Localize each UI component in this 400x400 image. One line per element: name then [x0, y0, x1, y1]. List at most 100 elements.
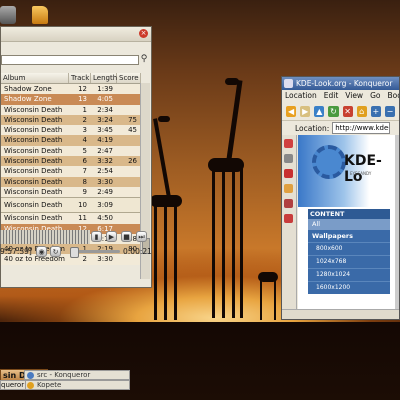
playlist-row[interactable]: Wisconsin Death 2 3:24 75 — [1, 114, 141, 126]
cell-album: Wisconsin Death — [4, 177, 63, 186]
playlist-row[interactable]: Wisconsin Death 9 2:49 — [1, 186, 141, 198]
location-label: Location: — [295, 123, 330, 133]
hard-drive-icon[interactable] — [0, 6, 16, 24]
up-icon[interactable]: ▲ — [314, 105, 325, 117]
history-icon[interactable] — [284, 169, 293, 178]
column-header-score[interactable]: Score — [117, 73, 141, 83]
home-folder-icon[interactable] — [32, 6, 48, 24]
cell-album: Shadow Zone — [4, 85, 52, 93]
cell-score — [117, 135, 141, 145]
menu-bookmarks[interactable]: Book — [387, 90, 399, 102]
content-link-resolution[interactable]: 1024x768 — [308, 255, 390, 268]
site-logo-text[interactable]: KDE-Lo — [344, 153, 399, 185]
giraffe-leg — [154, 205, 157, 320]
zoom-out-icon[interactable]: − — [384, 105, 395, 117]
services-icon[interactable] — [284, 214, 293, 223]
stop-icon[interactable]: ✕ — [342, 105, 353, 117]
cell-track: 6 — [82, 157, 87, 166]
cell-track: 3 — [82, 126, 87, 135]
playlist-row[interactable]: Shadow Zone 13 4:05 — [1, 94, 141, 105]
zoom-in-icon[interactable]: + — [370, 105, 381, 117]
column-header-length[interactable]: Length — [91, 73, 117, 83]
giraffe-leg — [232, 168, 235, 318]
taskbar-item-label: Kopete — [37, 381, 62, 389]
back-icon[interactable]: ◀ — [286, 105, 297, 117]
forward-icon[interactable]: ▶ — [300, 105, 311, 117]
cell-album: Wisconsin Death — [4, 115, 63, 124]
cell-score — [117, 105, 141, 115]
eq-icon[interactable]: ◉ — [36, 246, 47, 257]
playlist-row[interactable]: Wisconsin Death 1 2:34 — [1, 104, 141, 115]
taskbar-item-label: src - Konqueror — [37, 371, 91, 379]
column-header-track[interactable]: Track — [69, 73, 91, 83]
column-header-album[interactable]: Album — [1, 73, 69, 83]
konqueror-icon — [27, 372, 34, 379]
cell-length: 3:30 — [97, 177, 113, 186]
next-icon[interactable]: ⏭ — [136, 231, 147, 242]
cell-track: 10 — [78, 201, 87, 210]
home-icon[interactable]: ⌂ — [356, 105, 367, 117]
content-link-resolution[interactable]: 1600x1200 — [308, 281, 390, 294]
cell-score — [117, 146, 141, 156]
playlist-row[interactable]: Wisconsin Death 11 4:50 — [1, 213, 141, 224]
amarok-titlebar[interactable]: × — [1, 27, 151, 42]
volume-icon[interactable]: ▮ — [91, 231, 102, 242]
menu-location[interactable]: Location — [285, 90, 317, 102]
analyzer-visualization — [0, 230, 90, 244]
playlist-row[interactable]: Wisconsin Death 4 4:19 — [1, 135, 141, 146]
cell-track: 4 — [82, 136, 87, 145]
play-pause-icon[interactable]: ▶ — [106, 231, 117, 242]
playlist-row[interactable]: Wisconsin Death 5 2:47 — [1, 145, 141, 157]
giraffe-head — [225, 78, 239, 85]
playlist-row[interactable]: Shadow Zone 12 1:39 — [1, 84, 141, 95]
content-link-resolution[interactable]: 800x600 — [308, 242, 390, 255]
playlist-search-input[interactable] — [1, 55, 139, 65]
menu-go[interactable]: Go — [370, 90, 380, 102]
cell-track: 8 — [82, 177, 87, 186]
taskbar-item-konqueror[interactable]: src - Konqueror — [24, 370, 130, 380]
close-icon[interactable]: × — [139, 29, 148, 38]
content-panel: CONTENT All Wallpapers 800x600 1024x768 … — [308, 209, 390, 294]
menu-bar: Location Edit View Go Book — [282, 90, 399, 102]
menu-edit[interactable]: Edit — [324, 90, 339, 102]
track-position: 0:00:21 — [123, 247, 152, 256]
kopete-icon — [27, 382, 34, 389]
playlist-row[interactable]: Wisconsin Death 8 3:30 — [1, 176, 141, 187]
cell-track: 11 — [78, 214, 87, 223]
taskbar-item-kopete[interactable]: Kopete — [24, 380, 130, 390]
window-title: KDE-Look.org - Konqueror — [296, 79, 393, 88]
menu-view[interactable]: View — [345, 90, 363, 102]
cell-track: 1 — [82, 105, 87, 114]
playlist-row[interactable]: Wisconsin Death 10 3:09 — [1, 197, 141, 214]
toolbar: ◀ ▶ ▲ ↻ ✕ ⌂ + − — [282, 102, 399, 121]
cell-length: 4:50 — [97, 214, 113, 223]
playlist-row[interactable]: Wisconsin Death 3 3:45 45 — [1, 125, 141, 136]
cell-score — [117, 94, 141, 104]
taskbar-item-partial[interactable]: queror — [0, 380, 26, 390]
cell-album: Wisconsin Death — [4, 146, 63, 155]
giraffe-leg — [164, 205, 167, 320]
cell-length: 2:47 — [97, 146, 113, 155]
content-link-resolution[interactable]: 1280x1024 — [308, 268, 390, 281]
cell-album: Shadow Zone — [4, 95, 52, 104]
bookmarks-icon[interactable] — [284, 139, 293, 148]
reload-icon[interactable]: ↻ — [328, 105, 339, 117]
stop-icon[interactable]: ■ — [121, 231, 132, 242]
repeat-icon[interactable]: ↻ — [50, 246, 61, 257]
home-folder-icon[interactable] — [284, 184, 293, 193]
search-icon[interactable]: ⚲ — [139, 54, 149, 65]
content-link-all[interactable]: All — [308, 219, 390, 230]
cell-length: 3:24 — [97, 115, 113, 124]
konqueror-titlebar[interactable]: KDE-Look.org - Konqueror — [282, 77, 399, 90]
page-scrollbar[interactable] — [395, 135, 399, 309]
playlist-row[interactable]: Wisconsin Death 6 3:32 26 — [1, 156, 141, 167]
cell-length: 3:45 — [97, 126, 113, 135]
cell-album: Wisconsin Death — [4, 167, 63, 176]
seek-slider-handle[interactable] — [70, 247, 79, 258]
playlist-row[interactable]: Wisconsin Death 7 2:54 — [1, 166, 141, 177]
devices-icon[interactable] — [284, 154, 293, 163]
network-icon[interactable] — [284, 199, 293, 208]
cell-track: 12 — [78, 85, 87, 93]
url-input[interactable]: http://www.kde-l — [332, 122, 391, 134]
content-section-wallpapers[interactable]: Wallpapers — [308, 230, 390, 242]
